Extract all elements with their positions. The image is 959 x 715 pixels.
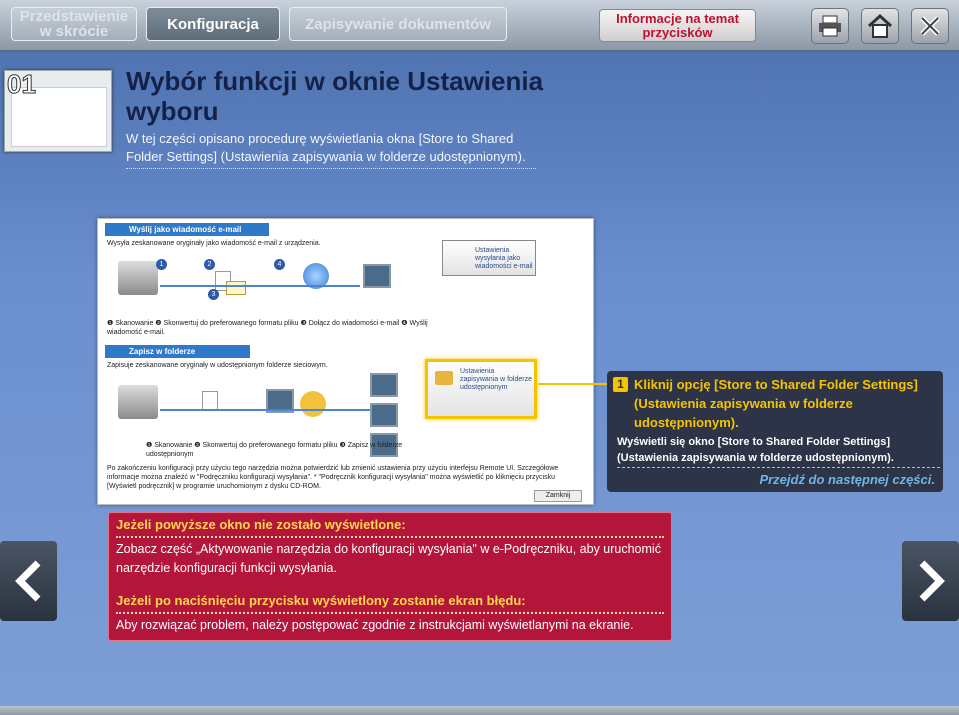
step-heading: Kliknij opcję [Store to Shared Folder Se…: [634, 377, 918, 430]
settings-window-preview: Wyślij jako wiadomość e-mail Wysyła zesk…: [97, 218, 594, 505]
step-divider: [617, 467, 940, 468]
folder-icon: [435, 371, 453, 385]
computer-icon: [370, 403, 398, 427]
footnote-text: Po zakończeniu konfiguracji przy użyciu …: [107, 465, 559, 490]
tab-configuration-label: Konfiguracja: [167, 15, 259, 33]
warning-body-1: Zobacz część „Aktywowanie narzędzia do k…: [116, 542, 661, 575]
section-number: 01: [7, 69, 37, 100]
email-settings-button[interactable]: Ustawienia wysyłania jako wiadomości e-m…: [442, 240, 536, 276]
next-section-link[interactable]: Przejdź do następnej części.: [759, 472, 935, 487]
warning-body-2: Aby rozwiązać problem, należy postępować…: [116, 618, 634, 632]
page-title: Wybór funkcji w oknie Ustawienia wyboru: [126, 66, 544, 126]
description-divider: [126, 168, 536, 169]
folder-section-header: Zapisz w folderze udostępnionym: [105, 345, 250, 369]
computer-icon: [370, 373, 398, 397]
document-icon: [202, 391, 218, 411]
email-steps-caption: ❶ Skanowanie ❷ Skonwertuj do preferowane…: [107, 320, 428, 336]
chevron-right-icon: [919, 560, 945, 602]
computer-icon: [363, 264, 391, 288]
printer-icon: [118, 385, 158, 419]
email-section-header: Wyślij jako wiadomość e-mail: [105, 223, 269, 236]
shared-folder-settings-button[interactable]: Ustawienia zapisywania w folderze udostę…: [425, 359, 537, 419]
tab-saving-documents-label: Zapisywanie dokumentów: [305, 15, 491, 33]
step-number-badge: 1: [613, 377, 628, 392]
tab-configuration[interactable]: Konfiguracja: [146, 7, 280, 41]
printer-icon: [118, 261, 158, 295]
button-info-button[interactable]: Informacje na temat przycisków: [599, 9, 756, 42]
print-icon: [819, 15, 841, 37]
envelope-icon: [226, 281, 246, 295]
close-icon: [920, 16, 940, 36]
info-button-line1: Informacje na temat: [616, 10, 739, 26]
warning-heading-2: Jeżeli po naciśnięciu przycisku wyświetl…: [116, 593, 526, 608]
home-button[interactable]: [861, 8, 899, 44]
previous-page-button[interactable]: [0, 541, 57, 621]
warning-divider-2: [116, 612, 664, 614]
section-thumbnail: 01: [4, 69, 112, 152]
print-button[interactable]: [811, 8, 849, 44]
warning-heading-1: Jeżeli powyższe okno nie zostało wyświet…: [116, 517, 406, 532]
close-button[interactable]: [911, 8, 949, 44]
step-circle-2: 2: [204, 259, 215, 270]
warning-divider-1: [116, 536, 664, 538]
step-circle-4: 4: [274, 259, 285, 270]
folder-icon: [300, 391, 326, 417]
step-instruction-panel: 1 Kliknij opcję [Store to Shared Folder …: [607, 371, 943, 492]
tab-saving-documents[interactable]: Zapisywanie dokumentów: [289, 7, 507, 41]
email-section-description: Wysyła zeskanowane oryginały jako wiadom…: [107, 240, 321, 247]
tab-overview[interactable]: Przedstawienie w skrócie: [11, 7, 137, 41]
next-page-button[interactable]: [902, 541, 959, 621]
info-button-line2: przycisków: [642, 24, 713, 40]
close-window-button[interactable]: Zamknij: [534, 490, 582, 502]
step-body: Wyświetli się okno [Store to Shared Fold…: [617, 436, 894, 464]
tab-overview-label-line2: w skrócie: [39, 23, 109, 40]
flow-arrow: [160, 409, 370, 411]
step-circle-1: 1: [156, 259, 167, 270]
page-description: W tej części opisano procedurę wyświetla…: [126, 131, 526, 164]
flow-arrow: [160, 285, 360, 287]
step-circle-3: 3: [208, 289, 219, 300]
top-toolbar: Przedstawienie w skrócie Konfiguracja Zap…: [0, 0, 959, 52]
footer-bar: [0, 706, 959, 715]
folder-steps-caption: ❶ Skanowanie ❷ Skonwertuj do preferowane…: [146, 442, 403, 458]
troubleshooting-panel: Jeżeli powyższe okno nie zostało wyświet…: [108, 512, 672, 641]
chevron-left-icon: [14, 560, 40, 602]
callout-leader-line: [538, 383, 610, 385]
home-icon: [867, 13, 893, 38]
folder-section-description: Zapisuje zeskanowane oryginały w udostęp…: [107, 362, 328, 369]
